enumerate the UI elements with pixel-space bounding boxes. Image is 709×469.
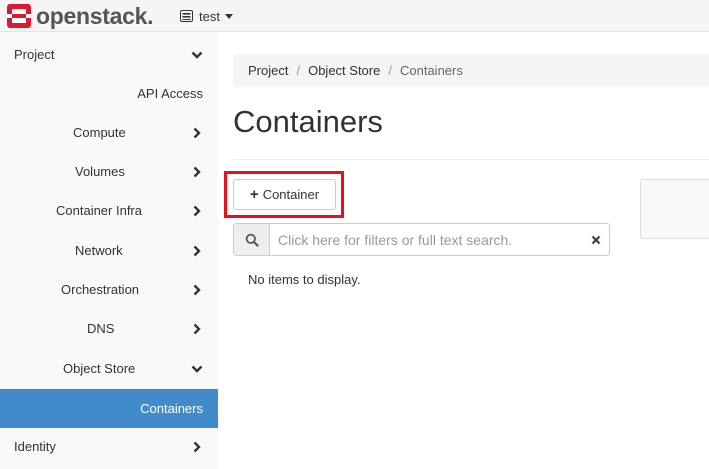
sidebar-item-label: DNS <box>87 321 115 336</box>
chevron-right-icon <box>193 323 201 334</box>
openstack-logo[interactable]: openstack. <box>7 4 153 28</box>
add-container-label: Container <box>262 187 320 202</box>
sidebar-item-identity[interactable]: Identity <box>0 427 218 466</box>
search-input[interactable] <box>270 224 583 255</box>
breadcrumb-object-store[interactable]: Object Store <box>308 63 380 78</box>
chevron-down-icon <box>191 51 203 59</box>
project-icon <box>180 10 193 22</box>
empty-message: No items to display. <box>248 272 361 287</box>
chevron-right-icon <box>193 441 201 452</box>
clear-search-button[interactable] <box>583 224 609 255</box>
breadcrumb-project[interactable]: Project <box>248 63 288 78</box>
sidebar-item-dns[interactable]: DNS <box>0 309 218 348</box>
chevron-right-icon <box>193 166 201 177</box>
caret-down-icon <box>224 13 233 19</box>
breadcrumb-separator: / <box>388 63 392 78</box>
breadcrumb-containers: Containers <box>399 63 463 78</box>
breadcrumb: Project / Object Store / Containers <box>233 54 709 87</box>
sidebar-item-label: Object Store <box>63 361 136 376</box>
sidebar-item-network[interactable]: Network <box>0 231 218 270</box>
sidebar-item-label: Project <box>14 47 55 62</box>
sidebar-item-label: Identity <box>14 439 56 454</box>
chevron-right-icon <box>193 245 201 256</box>
sidebar-item-label: Compute <box>73 125 126 140</box>
sidebar-item-label: Network <box>75 243 123 258</box>
search-addon <box>234 224 270 255</box>
page-title: Containers <box>233 104 383 139</box>
sidebar-item-label: Volumes <box>75 164 125 179</box>
logo-text: openstack. <box>36 3 154 29</box>
sidebar-item-compute[interactable]: Compute <box>0 113 218 152</box>
project-switcher[interactable]: test <box>180 8 233 24</box>
chevron-down-icon <box>191 365 203 373</box>
chevron-right-icon <box>193 205 201 216</box>
plus-icon: + <box>249 186 259 203</box>
close-icon <box>591 235 601 244</box>
openstack-logo-icon <box>7 4 31 28</box>
sidebar-item-containers[interactable]: Containers <box>0 389 218 428</box>
sidebar-item-volumes[interactable]: Volumes <box>0 152 218 191</box>
chevron-right-icon <box>193 127 201 138</box>
sidebar: Project API Access Compute Volumes Conta… <box>0 33 218 469</box>
sidebar-item-label: Orchestration <box>61 282 140 297</box>
sidebar-item-object-store[interactable]: Object Store <box>0 349 218 388</box>
sidebar-item-container-infra[interactable]: Container Infra <box>0 191 218 230</box>
sidebar-item-orchestration[interactable]: Orchestration <box>0 270 218 309</box>
add-container-button[interactable]: + Container <box>233 179 336 210</box>
title-divider <box>233 159 709 160</box>
chevron-right-icon <box>193 284 201 295</box>
top-navbar: openstack. test <box>0 0 709 32</box>
sidebar-item-label: Container Infra <box>56 203 142 218</box>
sidebar-item-project[interactable]: Project <box>0 35 218 74</box>
breadcrumb-separator: / <box>296 63 301 78</box>
sidebar-item-label: Containers <box>140 401 203 416</box>
filter-search-group <box>233 223 610 256</box>
sidebar-item-api-access[interactable]: API Access <box>0 74 218 113</box>
search-icon <box>245 233 259 247</box>
project-name: test <box>199 8 220 24</box>
container-detail-panel <box>640 179 709 239</box>
sidebar-item-label: API Access <box>137 86 203 101</box>
